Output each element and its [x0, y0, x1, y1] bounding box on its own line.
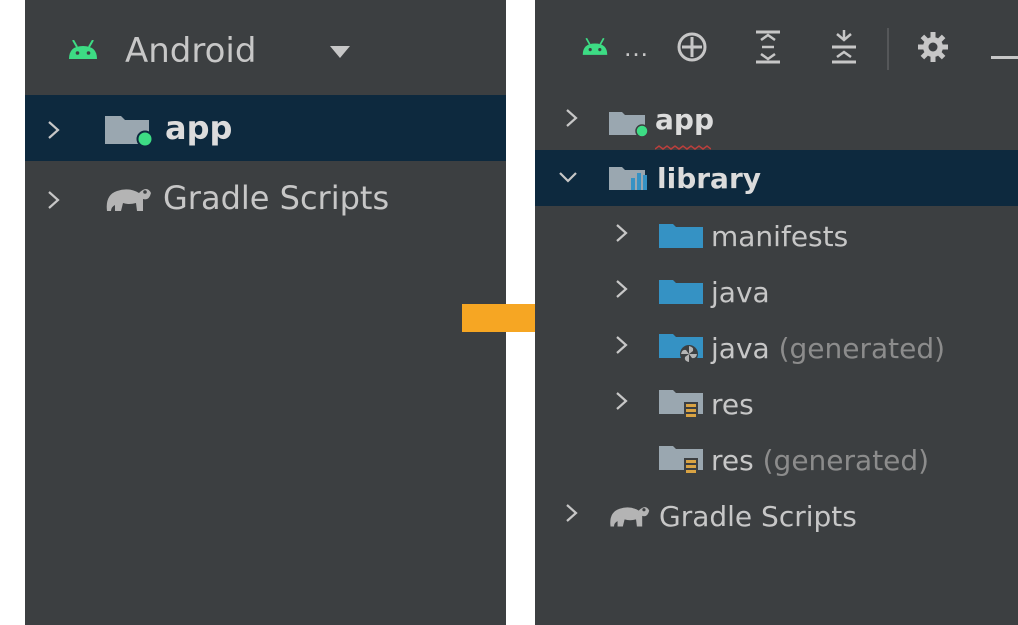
toolbar-separator [887, 28, 889, 70]
library-folder-icon [609, 164, 651, 197]
view-selector-ellipsis[interactable]: … [623, 32, 649, 63]
tree-label-res-generated: res (generated) [711, 444, 930, 477]
tree-row-app[interactable]: app [535, 95, 1018, 147]
project-tool-window-before: Android app Gradle Scripts [25, 0, 506, 625]
tree-label-gradle-scripts: Gradle Scripts [659, 500, 857, 533]
chevron-down-icon[interactable] [559, 170, 577, 184]
folder-icon [659, 278, 703, 309]
tree-row-java-generated[interactable]: java (generated) [535, 320, 1018, 376]
tree-row-gradle-scripts[interactable]: Gradle Scripts [25, 165, 506, 231]
chevron-right-icon[interactable] [47, 121, 61, 139]
chevron-right-icon[interactable] [615, 336, 629, 354]
chevron-right-icon[interactable] [615, 392, 629, 410]
chevron-right-icon[interactable] [47, 191, 61, 209]
gear-icon[interactable] [918, 32, 948, 67]
generated-suffix: (generated) [778, 332, 946, 365]
project-view-selector[interactable]: Android [125, 31, 256, 71]
module-folder-icon [609, 109, 651, 142]
gradle-elephant-icon [103, 181, 153, 220]
tree-row-manifests[interactable]: manifests [535, 208, 1018, 264]
tree-row-app[interactable]: app [25, 95, 506, 161]
android-icon[interactable] [581, 37, 609, 61]
res-folder-icon [659, 444, 703, 483]
tree-label-java: java [711, 276, 770, 309]
collapse-all-icon[interactable] [831, 30, 857, 69]
gradle-elephant-icon [607, 500, 651, 535]
tree-label-manifests: manifests [711, 220, 849, 253]
tree-row-java[interactable]: java [535, 264, 1018, 320]
tree-label-app: app [655, 103, 714, 136]
project-toolbar: … [535, 0, 1018, 88]
project-view-header: Android [25, 0, 506, 95]
tree-row-gradle-scripts[interactable]: Gradle Scripts [535, 488, 1018, 544]
expand-all-icon[interactable] [755, 30, 781, 69]
tree-row-library[interactable]: library [535, 150, 1018, 206]
res-folder-icon [659, 388, 703, 427]
chevron-right-icon[interactable] [615, 224, 629, 242]
android-icon [67, 39, 99, 60]
chevron-right-icon[interactable] [565, 109, 579, 127]
tree-label-java-generated: java (generated) [711, 332, 946, 365]
tree-label-gradle-scripts: Gradle Scripts [163, 179, 390, 217]
module-folder-icon [105, 112, 157, 151]
tree-row-res[interactable]: res [535, 376, 1018, 432]
generated-suffix: (generated) [762, 444, 930, 477]
tree-label-library: library [657, 162, 762, 195]
chevron-right-icon[interactable] [615, 280, 629, 298]
dropdown-caret[interactable] [330, 46, 350, 58]
minimize-icon[interactable] [991, 47, 1018, 65]
tree-row-res-generated[interactable]: res (generated) [535, 432, 1018, 488]
chevron-right-icon[interactable] [565, 504, 579, 522]
tree-label-app: app [165, 109, 233, 147]
folder-icon [659, 222, 703, 253]
locate-icon[interactable] [675, 30, 709, 69]
generated-folder-icon [659, 332, 703, 369]
project-tool-window-after: … app library manifests java java (gener… [535, 0, 1018, 625]
tree-label-res: res [711, 388, 754, 421]
